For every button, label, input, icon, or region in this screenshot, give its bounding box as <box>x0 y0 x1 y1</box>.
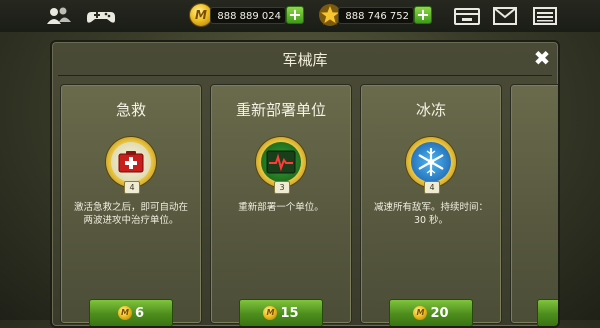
coin-amount: 888 889 024 <box>210 7 286 24</box>
close-button[interactable]: ✖ <box>532 48 552 68</box>
top-bar: M 888 889 024 + 888 746 752 + <box>0 0 600 32</box>
item-price: 6 <box>134 305 145 321</box>
buy-button[interactable]: M 15 <box>239 299 323 326</box>
star-counter: 888 746 752 + <box>318 3 438 26</box>
snowflake-icon <box>406 137 456 187</box>
add-stars-button[interactable]: + <box>414 6 432 24</box>
item-level: 4 <box>124 181 140 194</box>
item-level: 4 <box>424 181 440 194</box>
star-amount: 888 746 752 <box>338 7 414 24</box>
item-card-redeploy[interactable]: 重新部署单位 3 重新部署一个单位。 M 15 <box>210 84 352 326</box>
item-level: 3 <box>274 181 290 194</box>
item-description: 激活急救之后，即可自动在两波进攻中治疗单位。 <box>73 202 188 226</box>
item-title: 急救 <box>115 101 146 119</box>
title-divider <box>58 75 552 76</box>
m-coin-icon: M <box>190 4 212 26</box>
armory-dialog: 军械库 ✖ 急救 4 激活急救之后，即可自动在两波进攻中治疗单位。 M 6 重新… <box>50 40 560 328</box>
m-coin-icon: M <box>413 306 428 320</box>
buy-button[interactable]: M 6 <box>89 299 173 326</box>
friends-icon[interactable] <box>44 4 74 28</box>
item-card-first-aid[interactable]: 急救 4 激活急救之后，即可自动在两波进攻中治疗单位。 M 6 <box>60 84 202 326</box>
mail-icon[interactable] <box>490 4 520 28</box>
item-title: 重新部署单位 <box>235 101 326 119</box>
m-coin-icon: M <box>263 306 278 320</box>
coin-counter: M 888 889 024 + <box>190 4 310 26</box>
item-price: 15 <box>280 305 299 321</box>
item-description: 重新部署一个单位。 <box>238 202 324 213</box>
menu-icon[interactable] <box>530 4 560 28</box>
dialog-title: 军械库 <box>282 51 328 69</box>
item-title: 冰冻 <box>415 101 446 119</box>
item-card-freeze[interactable]: 冰冻 4 减速所有敌军。持续时间：30 秒。 M 20 <box>360 84 502 326</box>
item-card-partial[interactable] <box>510 84 558 326</box>
buy-button[interactable]: M 20 <box>389 299 473 326</box>
redeploy-heartbeat-icon <box>256 137 306 187</box>
add-coins-button[interactable]: + <box>286 6 304 24</box>
first-aid-kit-icon <box>106 137 156 187</box>
gamepad-icon[interactable] <box>86 4 116 28</box>
m-coin-icon: M <box>117 306 132 320</box>
item-price: 20 <box>430 305 449 321</box>
cash-register-icon[interactable] <box>452 4 482 28</box>
item-description: 减速所有敌军。持续时间：30 秒。 <box>373 202 488 226</box>
buy-button[interactable] <box>537 299 558 326</box>
